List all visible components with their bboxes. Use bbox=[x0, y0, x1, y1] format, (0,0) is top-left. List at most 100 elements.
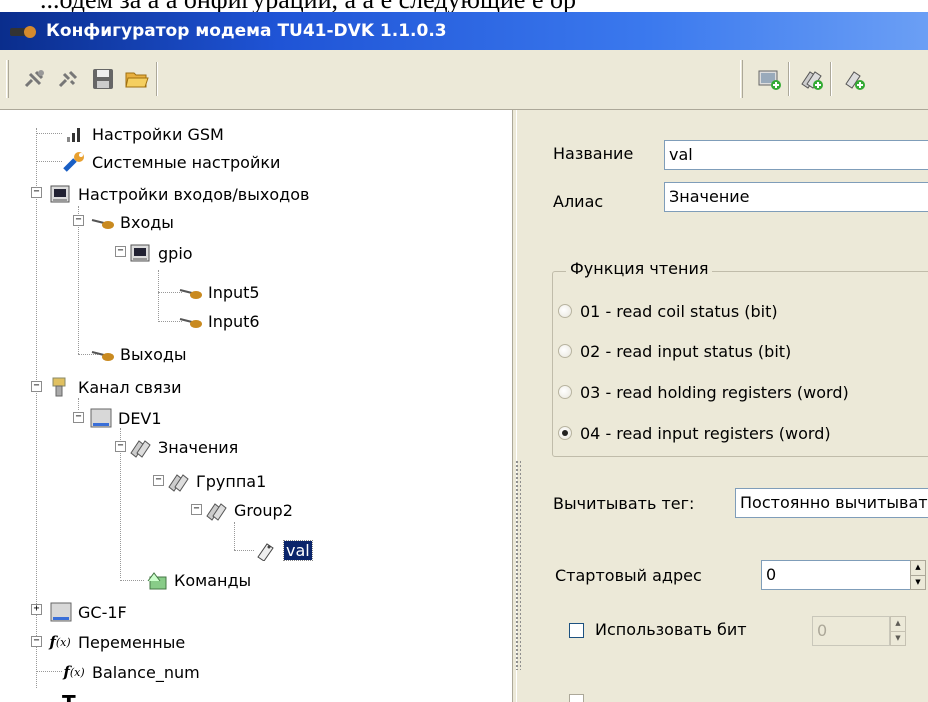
tree-item-gsm-settings[interactable]: Настройки GSM bbox=[62, 120, 224, 148]
bit-number-stepper[interactable]: ▲ ▼ bbox=[890, 616, 906, 646]
tree-line bbox=[234, 550, 254, 551]
tree-expander[interactable]: − bbox=[191, 504, 202, 515]
tree-item-gpio[interactable]: gpio bbox=[128, 239, 193, 267]
radio-read-input-status[interactable]: 02 - read input status (bit) bbox=[558, 338, 791, 364]
read-function-title: Функция чтения bbox=[566, 259, 713, 278]
function-icon: f (x) bbox=[49, 633, 71, 651]
tree-line bbox=[36, 133, 62, 134]
toolbar-grip-right[interactable] bbox=[740, 60, 743, 98]
tree-item-balance-num[interactable]: f (x) Balance_num bbox=[62, 658, 199, 686]
tree-expander[interactable]: − bbox=[115, 441, 126, 452]
start-address-stepper[interactable]: ▲ ▼ bbox=[910, 560, 926, 590]
radio-label: 02 - read input status (bit) bbox=[580, 341, 792, 361]
tree-line bbox=[36, 644, 37, 672]
clipped-checkbox[interactable] bbox=[569, 694, 584, 702]
alias-field[interactable]: Значение bbox=[664, 182, 928, 212]
function-icon: f (x) bbox=[63, 663, 85, 681]
tags-icon bbox=[204, 499, 228, 521]
radio-read-input-registers[interactable]: 04 - read input registers (word) bbox=[558, 420, 831, 446]
tree-item-label: Системные настройки bbox=[92, 152, 281, 172]
signal-icon bbox=[62, 123, 86, 145]
tree-item-gc1f[interactable]: GC-1F bbox=[48, 598, 127, 626]
tree-item-group1[interactable]: Группа1 bbox=[166, 467, 266, 495]
tags-icon bbox=[166, 470, 190, 492]
name-label: Название bbox=[553, 144, 634, 163]
tree-expander[interactable]: − bbox=[31, 636, 42, 647]
tree-item-group2[interactable]: Group2 bbox=[204, 496, 293, 524]
add-tag-group-icon[interactable] bbox=[798, 66, 824, 92]
tree-expander[interactable]: − bbox=[115, 246, 126, 257]
save-icon[interactable] bbox=[90, 66, 116, 92]
tree-expander[interactable]: − bbox=[73, 412, 84, 423]
tree-item-dev1[interactable]: DEV1 bbox=[88, 404, 162, 432]
toolbar-separator bbox=[156, 62, 158, 96]
plug-icon bbox=[90, 211, 114, 233]
use-bit-label: Использовать бит bbox=[595, 620, 747, 639]
tree-item-label: Настройки GSM bbox=[92, 124, 224, 144]
add-device-icon[interactable] bbox=[756, 66, 782, 92]
radio-read-coil-status[interactable]: 01 - read coil status (bit) bbox=[558, 298, 778, 324]
radio-label: 04 - read input registers (word) bbox=[580, 423, 831, 443]
plug-icon bbox=[178, 281, 202, 303]
start-address-input[interactable]: 0 bbox=[761, 560, 911, 590]
spin-down-icon[interactable]: ▼ bbox=[891, 632, 905, 646]
toolbar-grip[interactable] bbox=[6, 60, 9, 98]
spin-up-icon[interactable]: ▲ bbox=[911, 561, 925, 576]
tree-item-values[interactable]: Значения bbox=[128, 433, 238, 461]
device-icon bbox=[88, 407, 112, 429]
tree-item-system-settings[interactable]: Системные настройки bbox=[62, 148, 280, 176]
tree-line bbox=[36, 671, 62, 672]
toolbar bbox=[0, 50, 928, 110]
tree-item-label: Значения bbox=[158, 437, 239, 457]
spin-down-icon[interactable]: ▼ bbox=[911, 576, 925, 590]
open-folder-icon[interactable] bbox=[124, 66, 150, 92]
tag-icon bbox=[254, 539, 278, 561]
tree-item-val[interactable]: val bbox=[254, 536, 313, 564]
window-titlebar[interactable]: Конфигуратор модема TU41-DVK 1.1.0.3 bbox=[0, 12, 928, 50]
tree-expander[interactable]: − bbox=[153, 475, 164, 486]
chip-icon bbox=[128, 242, 152, 264]
tree-item-label: Выходы bbox=[120, 344, 187, 364]
spin-up-icon[interactable]: ▲ bbox=[891, 617, 905, 632]
tree-item-label: val bbox=[283, 539, 313, 561]
radio-read-holding-registers[interactable]: 03 - read holding registers (word) bbox=[558, 379, 849, 405]
alias-label: Алиас bbox=[553, 192, 604, 211]
tree-line bbox=[120, 580, 144, 581]
bit-number-input[interactable]: 0 bbox=[812, 616, 890, 646]
tree-line bbox=[36, 161, 62, 162]
tree-item-commands[interactable]: Команды bbox=[144, 566, 251, 594]
tree-item-label: GC-1F bbox=[78, 602, 127, 622]
tree-expander[interactable]: − bbox=[31, 187, 42, 198]
tree-expander[interactable]: − bbox=[73, 215, 84, 226]
tree-item-channel[interactable]: Канал связи bbox=[48, 373, 182, 401]
text-icon: T bbox=[62, 690, 86, 702]
add-tag-icon[interactable] bbox=[840, 66, 866, 92]
connect-icon[interactable] bbox=[22, 66, 48, 92]
tree-line bbox=[234, 522, 235, 550]
tree-item-input5[interactable]: Input5 bbox=[178, 278, 260, 306]
tree-item-label: gpio bbox=[158, 243, 193, 263]
document-text-fragment: ...одем за а а онфигурации, а а е следую… bbox=[40, 0, 576, 13]
device-icon bbox=[48, 601, 72, 623]
tree-item-io-settings[interactable]: Настройки входов/выходов bbox=[48, 180, 309, 208]
radio-button[interactable] bbox=[558, 344, 572, 358]
tree-expander[interactable]: − bbox=[31, 381, 42, 392]
splitter-grip[interactable] bbox=[515, 460, 521, 670]
name-field[interactable]: val bbox=[664, 140, 928, 170]
tree-expander[interactable]: + bbox=[31, 604, 42, 615]
radio-button[interactable] bbox=[558, 304, 572, 318]
disconnect-icon[interactable] bbox=[56, 66, 82, 92]
tree-item-outputs[interactable]: Выходы bbox=[90, 340, 187, 368]
read-tag-select[interactable]: Постоянно вычитывать bbox=[735, 488, 928, 518]
radio-label: 03 - read holding registers (word) bbox=[580, 382, 849, 402]
radio-button[interactable] bbox=[558, 385, 572, 399]
tree-item-variables[interactable]: f (x) Переменные bbox=[48, 628, 185, 656]
tree-item-input6[interactable]: Input6 bbox=[178, 307, 260, 335]
connector-icon bbox=[48, 376, 72, 398]
tree-item-inputs[interactable]: Входы bbox=[90, 208, 174, 236]
radio-label: 01 - read coil status (bit) bbox=[580, 301, 778, 321]
tree-item-label: Настройки входов/выходов bbox=[78, 184, 310, 204]
radio-button[interactable] bbox=[558, 426, 572, 440]
use-bit-checkbox[interactable] bbox=[569, 623, 584, 638]
tree-item-label: Group2 bbox=[234, 500, 293, 520]
